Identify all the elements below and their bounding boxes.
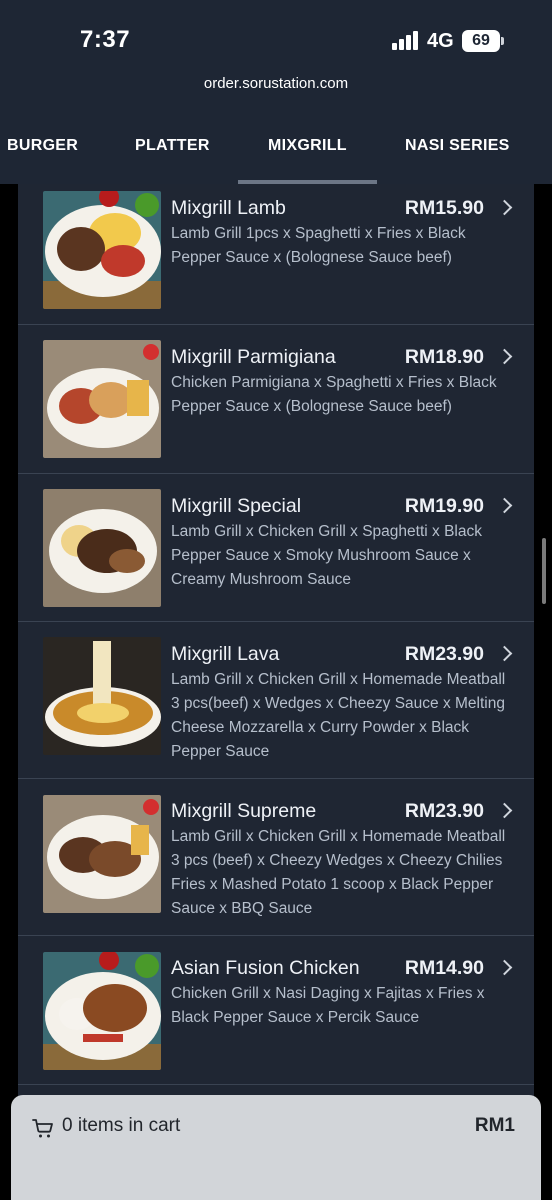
- chevron-right-icon: [496, 802, 513, 819]
- chevron-right-icon: [496, 645, 513, 662]
- item-price: RM18.90: [404, 346, 484, 368]
- menu-item-mixgrill-special[interactable]: Mixgrill Special RM19.90 Lamb Grill x Ch…: [18, 474, 534, 622]
- item-price: RM19.90: [404, 495, 484, 517]
- item-name: Asian Fusion Chicken: [171, 957, 360, 979]
- menu-list: Mixgrill Lamb RM15.90 Lamb Grill 1pcs x …: [18, 184, 534, 1200]
- menu-item-mixgrill-lamb[interactable]: Mixgrill Lamb RM15.90 Lamb Grill 1pcs x …: [18, 184, 534, 325]
- food-image: [43, 795, 161, 913]
- menu-item-mixgrill-supreme[interactable]: Mixgrill Supreme RM23.90 Lamb Grill x Ch…: [18, 779, 534, 936]
- status-time: 7:37: [80, 26, 131, 53]
- item-description: Lamb Grill 1pcs x Spaghetti x Fries x Bl…: [171, 225, 466, 266]
- food-image: [43, 191, 161, 309]
- address-bar-url[interactable]: order.sorustation.com: [0, 75, 552, 92]
- food-image: [43, 489, 161, 607]
- menu-item-mixgrill-lava[interactable]: Mixgrill Lava RM23.90 Lamb Grill x Chick…: [18, 622, 534, 779]
- item-price: RM23.90: [404, 800, 484, 822]
- item-name: Mixgrill Lava: [171, 643, 280, 665]
- battery-icon: 69: [462, 30, 504, 52]
- item-price: RM23.90: [404, 643, 484, 665]
- item-price: RM14.90: [404, 957, 484, 979]
- food-image: [43, 340, 161, 458]
- item-price: RM15.90: [404, 197, 484, 219]
- cart-bar[interactable]: 0 items in cart RM1: [11, 1095, 541, 1200]
- item-description: Chicken Grill x Nasi Daging x Fajitas x …: [171, 985, 485, 1026]
- item-description: Lamb Grill x Chicken Grill x Homemade Me…: [171, 671, 506, 760]
- food-image: [43, 952, 161, 1070]
- chevron-right-icon: [496, 959, 513, 976]
- category-tabs: BURGER PLATTER MIXGRILL NASI SERIES: [0, 120, 552, 184]
- page-margin-left: [0, 184, 18, 1200]
- tab-burger[interactable]: BURGER: [7, 120, 78, 184]
- menu-item-mixgrill-parmigiana[interactable]: Mixgrill Parmigiana RM18.90 Chicken Parm…: [18, 325, 534, 474]
- top-bar: 7:37 4G 69 order.sorustation.com BURGER …: [0, 0, 552, 184]
- food-image: [43, 637, 161, 755]
- scrollbar[interactable]: [542, 538, 546, 604]
- cart-total: RM1: [474, 1115, 515, 1136]
- item-description: Lamb Grill x Chicken Grill x Homemade Me…: [171, 828, 506, 917]
- chevron-right-icon: [496, 348, 513, 365]
- item-description: Lamb Grill x Chicken Grill x Spaghetti x…: [171, 523, 482, 588]
- item-description: Chicken Parmigiana x Spaghetti x Fries x…: [171, 374, 497, 415]
- signal-icon: [392, 30, 422, 50]
- network-type: 4G: [427, 30, 454, 52]
- cart-icon: [32, 1119, 53, 1138]
- status-bar: 7:37 4G 69: [0, 0, 552, 80]
- item-name: Mixgrill Lamb: [171, 197, 286, 219]
- tab-platter[interactable]: PLATTER: [135, 120, 210, 184]
- item-name: Mixgrill Parmigiana: [171, 346, 336, 368]
- item-name: Mixgrill Special: [171, 495, 302, 517]
- chevron-right-icon: [496, 497, 513, 514]
- page-margin-right: [534, 184, 552, 1200]
- tab-mixgrill[interactable]: MIXGRILL: [238, 120, 377, 184]
- cart-item-count: 0 items in cart: [62, 1115, 181, 1136]
- tab-nasi-series[interactable]: NASI SERIES: [405, 120, 510, 184]
- chevron-right-icon: [496, 199, 513, 216]
- menu-item-asian-fusion-chicken[interactable]: Asian Fusion Chicken RM14.90 Chicken Gri…: [18, 936, 534, 1085]
- item-name: Mixgrill Supreme: [171, 800, 317, 822]
